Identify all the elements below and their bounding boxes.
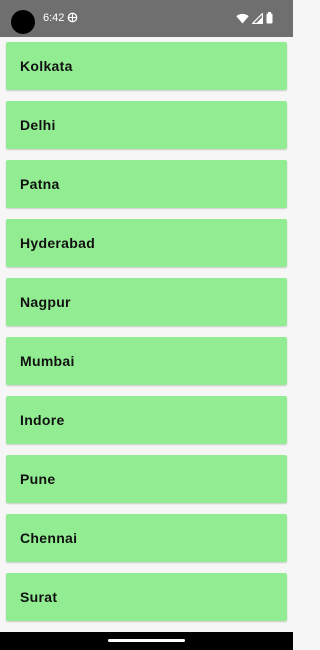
city-list: Kolkata Delhi Patna Hyderabad Nagpur Mum… (6, 42, 287, 632)
city-item-indore[interactable]: Indore (6, 396, 287, 444)
navigation-bar (0, 632, 293, 650)
city-label: Kolkata (20, 58, 73, 74)
status-bar: 6:42 (0, 0, 293, 37)
vpn-icon (67, 12, 78, 23)
city-label: Surat (20, 589, 58, 605)
city-label: Mumbai (20, 353, 75, 369)
city-label: Nagpur (20, 294, 71, 310)
city-item-surat[interactable]: Surat (6, 573, 287, 621)
city-item-hyderabad[interactable]: Hyderabad (6, 219, 287, 267)
city-item-nagpur[interactable]: Nagpur (6, 278, 287, 326)
city-label: Indore (20, 412, 65, 428)
city-item-kolkata[interactable]: Kolkata (6, 42, 287, 90)
city-item-pune[interactable]: Pune (6, 455, 287, 503)
battery-icon (266, 12, 273, 24)
city-item-chennai[interactable]: Chennai (6, 514, 287, 562)
status-icons (236, 11, 273, 25)
status-time: 6:42 (43, 12, 65, 24)
city-label: Patna (20, 176, 60, 192)
city-label: Delhi (20, 117, 56, 133)
city-item-delhi[interactable]: Delhi (6, 101, 287, 149)
cellular-signal-icon (252, 12, 263, 24)
wifi-icon (236, 13, 249, 23)
city-item-mumbai[interactable]: Mumbai (6, 337, 287, 385)
camera-cutout (11, 10, 35, 34)
city-label: Pune (20, 471, 56, 487)
city-label: Chennai (20, 530, 78, 546)
city-label: Hyderabad (20, 235, 96, 251)
city-item-patna[interactable]: Patna (6, 160, 287, 208)
home-gesture-handle[interactable] (108, 639, 185, 642)
